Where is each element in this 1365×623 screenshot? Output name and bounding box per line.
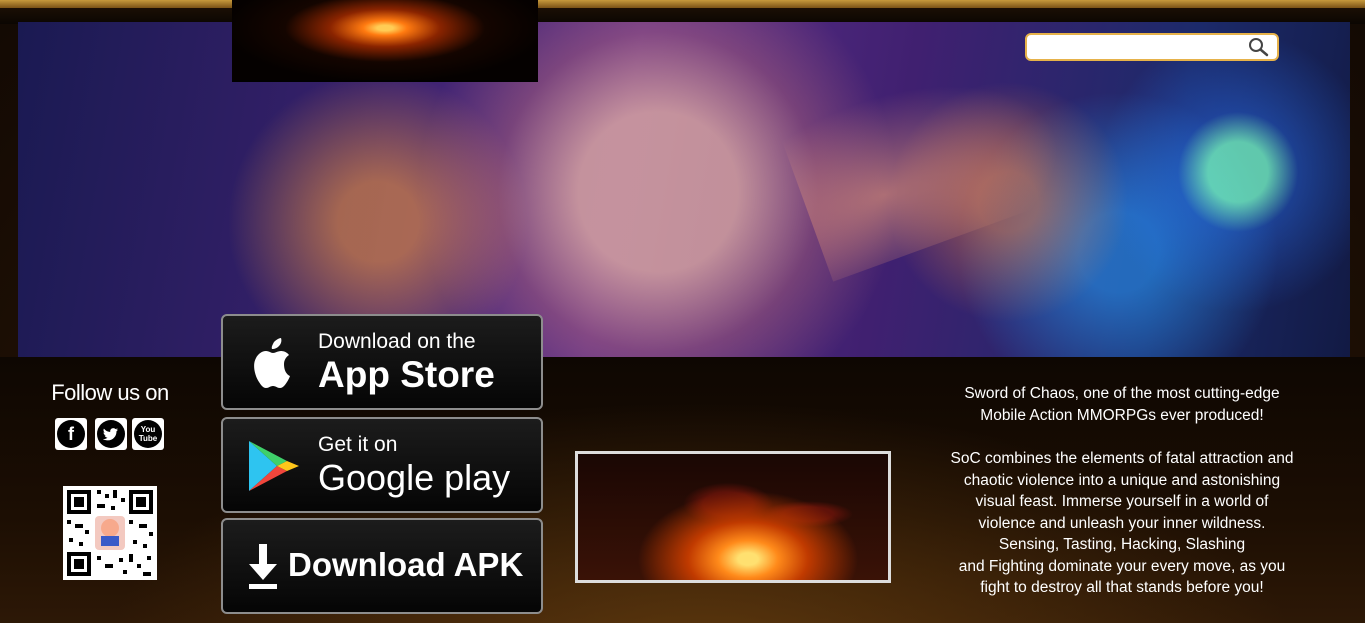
youtube-icon: You Tube [134,420,162,448]
apple-icon [254,338,290,388]
follow-us-label: Follow us on [51,380,169,405]
google-play-line1: Get it on [318,433,398,456]
twitter-link[interactable] [95,418,127,450]
banner-wing-glow [778,42,1078,282]
google-play-line2: Google play [318,457,511,498]
body-line: Sensing, Tasting, Hacking, Slashing [998,536,1246,553]
download-apk-label: Download APK [288,546,524,583]
app-store-line1: Download on the [318,330,476,353]
facebook-icon: f [57,420,85,448]
hero-banner [18,22,1350,357]
body-line: fight to destroy all that stands before … [980,579,1264,596]
youtube-link[interactable]: You Tube [132,418,164,450]
search-icon[interactable] [1247,37,1269,57]
google-play-button[interactable]: Get it on Google play [221,417,543,513]
facebook-link[interactable]: f [55,418,87,450]
body-line: visual feast. Immerse yourself in a worl… [975,493,1269,510]
search-input[interactable] [1033,38,1237,58]
download-icon [249,544,277,589]
wine-by-fire-photo [575,451,891,583]
campfire-thumbnail [232,0,538,82]
body-line: SoC combines the elements of fatal attra… [950,450,1294,467]
twitter-icon [97,420,125,448]
google-play-icon [249,441,299,491]
tagline-line: Sword of Chaos, one of the most cutting-… [964,385,1280,402]
app-store-line2: App Store [318,354,495,395]
body-line: and Fighting dominate your every move, a… [958,557,1286,575]
app-store-button[interactable]: Download on the App Store [221,314,543,410]
body-line: violence and unleash your inner wildness… [978,514,1266,532]
search-box[interactable] [1025,33,1279,61]
body-line: chaotic violence into a unique and aston… [963,471,1281,489]
qr-code [63,486,157,580]
tagline-line: Mobile Action MMORPGs ever produced! [980,406,1264,424]
top-gold-bar [0,0,1365,8]
download-apk-button[interactable]: Download APK [221,518,543,614]
game-description: Sword of Chaos, one of the most cutting-… [912,383,1332,599]
